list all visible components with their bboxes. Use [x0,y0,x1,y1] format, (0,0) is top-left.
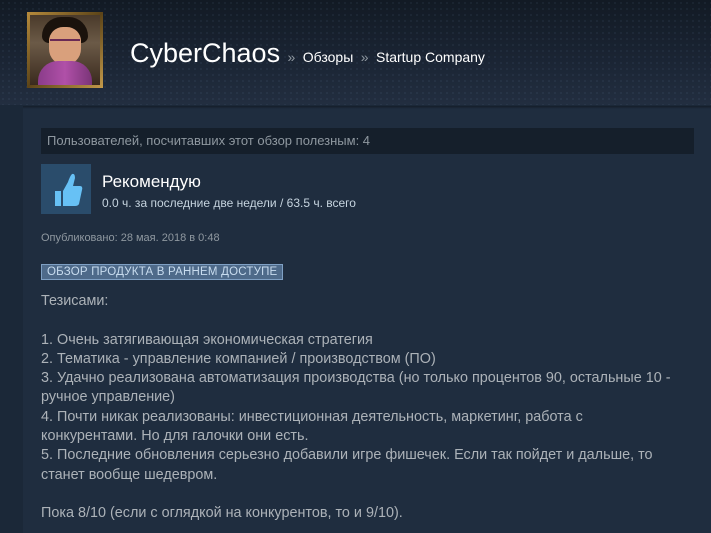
playtime-hours: 0.0 ч. за последние две недели / 63.5 ч.… [102,196,356,210]
profile-header: CyberChaos » Обзоры » Startup Company [0,0,711,105]
review-line: станет вообще шедевром. [41,466,218,483]
review-line: конкурентами. Но для галочки они есть. [41,428,309,445]
review-line: Пока 8/10 (если с оглядкой на конкуренто… [41,505,403,522]
breadcrumb-separator: » [287,49,296,65]
recommendation-title[interactable]: Рекомендую [102,172,201,192]
early-access-badge: ОБЗОР ПРОДУКТА В РАННЕМ ДОСТУПЕ [41,264,284,280]
breadcrumb: CyberChaos » Обзоры » Startup Company [130,38,485,69]
breadcrumb-game-link[interactable]: Startup Company [376,49,485,65]
breadcrumb-separator: » [360,49,369,65]
persona-name-link[interactable]: CyberChaos [130,38,280,68]
review-line: 2. Тематика - управление компанией / про… [41,350,436,367]
review-line: 4. Почти никак реализованы: инвестиционн… [41,408,583,425]
review-line: 5. Последние обновления серьезно добавил… [41,447,653,464]
thumbs-up-icon [41,164,91,214]
review-line: ручное управление) [41,389,175,406]
review-body: Тезисами: 1. Очень затягивающая экономиче… [41,292,701,524]
review-line: 3. Удачно реализована автоматизация прои… [41,370,671,387]
review-line [41,485,701,504]
breadcrumb-reviews-link[interactable]: Обзоры [303,49,354,65]
review-line: Тезисами: [41,293,109,309]
helpful-count-bar: Пользователей, посчитавших этот обзор по… [41,128,694,154]
posted-date: Опубликовано: 28 мая. 2018 в 0:48 [41,232,220,244]
review-panel: Пользователей, посчитавших этот обзор по… [23,106,711,533]
avatar-image [30,15,100,85]
review-line [41,311,701,330]
avatar[interactable] [27,12,103,88]
review-line: 1. Очень затягивающая экономическая стра… [41,331,373,348]
